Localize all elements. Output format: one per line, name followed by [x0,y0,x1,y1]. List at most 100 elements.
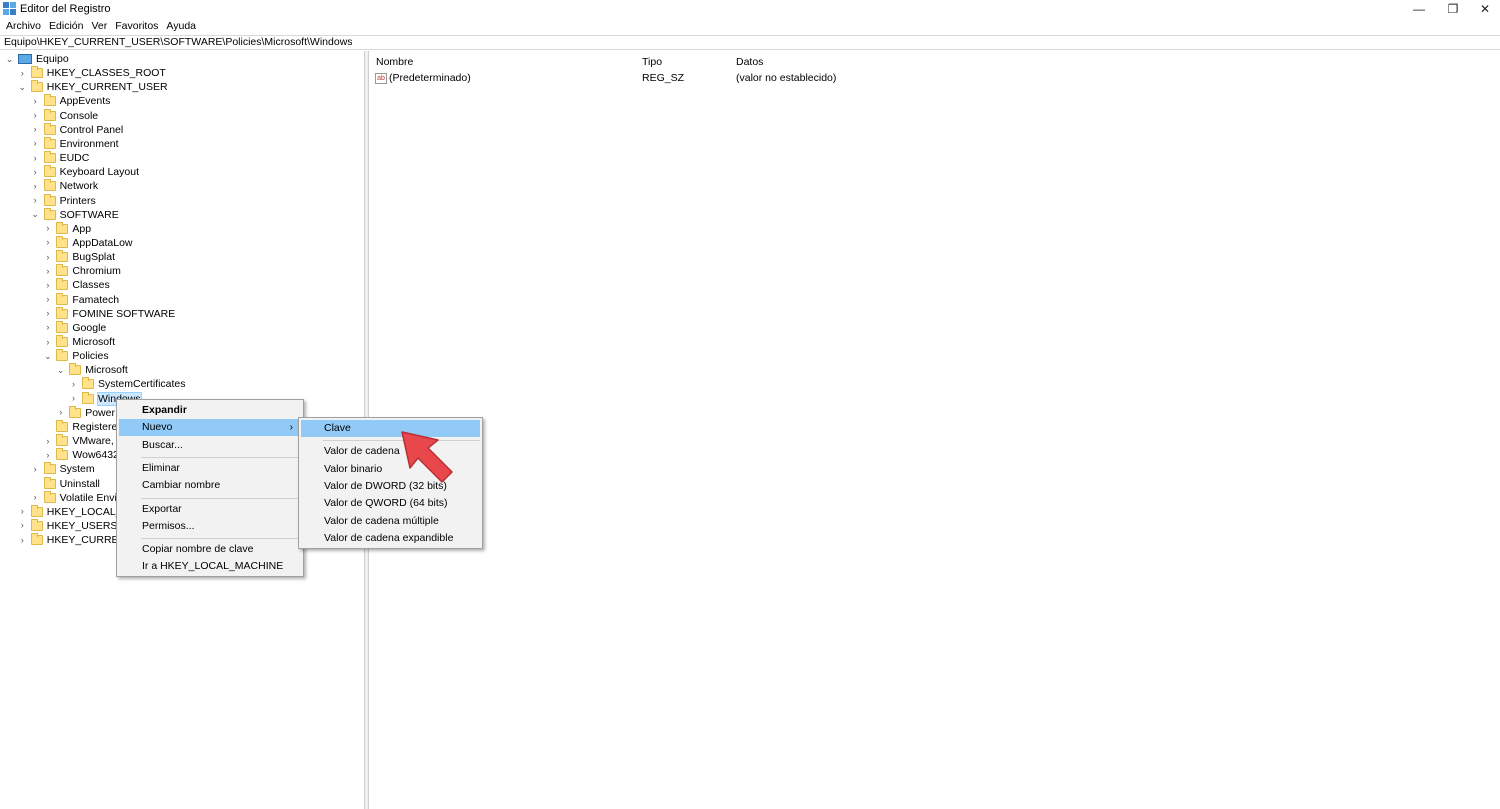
context-menu-item[interactable]: Copiar nombre de clave [119,541,301,558]
close-button[interactable]: ✕ [1466,0,1500,18]
tree-node[interactable]: › Environment [31,136,119,151]
chevron-right-icon[interactable]: › [31,181,40,191]
tree-node-label: AppDataLow [72,236,133,249]
menu-ayuda[interactable]: Ayuda [162,18,200,34]
context-menu-item[interactable]: Eliminar [119,460,301,477]
chevron-right-icon[interactable]: › [18,507,27,516]
tree-node[interactable]: › SystemCertificates [69,377,186,391]
tree-node[interactable]: › System [31,462,95,476]
menu-favoritos[interactable]: Favoritos [111,18,162,34]
address-bar[interactable]: Equipo\HKEY_CURRENT_USER\SOFTWARE\Polici… [0,35,1500,50]
chevron-down-icon[interactable]: ⌄ [18,82,27,92]
chevron-right-icon[interactable]: › [43,323,52,332]
tree-node[interactable]: ⌄ HKEY_CURRENT_USER [18,80,168,94]
tree-node[interactable]: › Chromium [43,264,121,278]
folder-icon [43,151,56,164]
value-row[interactable]: ab (Predeterminado) [375,72,471,84]
submenu-item[interactable]: Valor de cadena múltiple [301,513,480,530]
minimize-button[interactable]: — [1400,0,1438,18]
chevron-down-icon[interactable]: ⌄ [5,54,14,64]
context-menu-item[interactable]: Ir a HKEY_LOCAL_MACHINE [119,558,301,575]
tree-node[interactable]: ⌄ Policies [43,349,109,363]
chevron-right-icon[interactable]: › [43,280,52,290]
tree-node[interactable]: › Classes [43,278,110,292]
chevron-right-icon[interactable]: › [31,125,40,134]
chevron-right-icon[interactable]: › [56,408,65,417]
tree-node[interactable]: ⌄ SOFTWARE [31,207,119,222]
folder-icon [43,476,56,489]
tree-node[interactable]: ⌄ Microsoft [56,363,128,377]
folder-icon [56,221,69,234]
tree-node[interactable]: › Printers [31,193,96,208]
tree-node[interactable]: › AppEvents [31,94,110,108]
context-menu-item-label: Nuevo [142,421,173,434]
chevron-right-icon[interactable]: › [18,68,27,78]
tree-node[interactable]: › Microsoft [43,335,115,349]
chevron-right-icon[interactable]: › [18,521,27,530]
chevron-right-icon[interactable]: › [31,196,40,205]
menu-archivo[interactable]: Archivo [2,18,45,34]
column-header-type[interactable]: Tipo [642,56,662,68]
chevron-right-icon[interactable]: › [43,436,52,446]
context-menu-item[interactable]: Cambiar nombre [119,477,301,494]
tree-node[interactable]: › App [43,221,91,236]
chevron-down-icon[interactable]: ⌄ [43,351,52,361]
chevron-right-icon[interactable]: › [18,535,27,545]
tree-node[interactable]: › HKEY_CLASSES_ROOT [18,66,166,80]
tree-node[interactable]: ⌄ Equipo [5,52,69,66]
submenu-item-label: Valor binario [324,462,383,475]
context-menu-item[interactable]: Expandir [119,402,301,419]
column-header-name[interactable]: Nombre [376,56,413,68]
chevron-right-icon[interactable]: › [31,493,40,502]
tree-node-label: Network [59,180,99,193]
chevron-right-icon[interactable]: › [43,295,52,304]
chevron-right-icon[interactable]: › [43,224,52,233]
chevron-right-icon[interactable]: › [31,167,40,177]
tree-node[interactable]: › EUDC [31,151,89,165]
chevron-down-icon[interactable]: ⌄ [56,365,65,375]
tree-node[interactable]: › AppDataLow [43,235,133,250]
tree-node[interactable]: › Console [31,108,98,123]
tree-node[interactable]: › Keyboard Layout [31,165,139,179]
context-menu-item[interactable]: Exportar [119,501,301,518]
menu-edicion[interactable]: Edición [45,18,87,34]
chevron-right-icon[interactable]: › [43,337,52,347]
submenu-item[interactable]: Valor de QWORD (64 bits) [301,495,480,512]
context-menu-item[interactable]: Buscar... [119,437,301,454]
tree-node[interactable]: Registered [43,419,123,434]
tree-node[interactable]: › HKEY_LOCAL_M [18,504,130,519]
tree-node[interactable]: › Power [56,405,115,420]
menu-ver[interactable]: Ver [87,18,111,34]
chevron-right-icon[interactable]: › [43,252,52,262]
tree-node[interactable]: › Google [43,320,106,335]
chevron-right-icon[interactable]: › [31,464,40,474]
context-menu-item[interactable]: Permisos... [119,518,301,535]
chevron-right-icon[interactable]: › [31,139,40,148]
values-pane[interactable]: Nombre Tipo Datos ab (Predeterminado) RE… [369,51,1500,809]
chevron-right-icon[interactable]: › [43,238,52,247]
tree-node[interactable]: › FOMINE SOFTWARE [43,306,175,321]
chevron-right-icon[interactable]: › [43,450,52,460]
column-header-data[interactable]: Datos [736,56,763,68]
chevron-right-icon[interactable]: › [69,394,78,403]
chevron-right-icon[interactable]: › [31,96,40,106]
chevron-right-icon[interactable]: › [43,309,52,318]
chevron-right-icon[interactable]: › [31,111,40,120]
tree-node[interactable]: › HKEY_USERS [18,518,117,533]
tree-node[interactable]: › VMware, In [43,434,126,448]
tree-node[interactable]: › Wow6432N [43,448,126,462]
folder-icon [43,122,56,135]
chevron-right-icon[interactable]: › [31,153,40,163]
submenu-item[interactable]: Valor de cadena expandible [301,530,480,547]
tree-node[interactable]: Uninstall [31,476,100,491]
tree-node[interactable]: › BugSplat [43,250,115,264]
chevron-down-icon[interactable]: ⌄ [31,210,40,219]
context-menu-item[interactable]: Nuevo › [119,419,301,437]
tree-node[interactable]: › Famatech [43,292,119,307]
chevron-right-icon[interactable]: › [43,266,52,276]
chevron-right-icon[interactable]: › [69,379,78,389]
tree-node[interactable]: › Control Panel [31,122,123,137]
folder-icon [56,448,69,461]
tree-node[interactable]: › Network [31,179,99,193]
tree-node[interactable]: › Volatile Enviro [31,490,126,505]
